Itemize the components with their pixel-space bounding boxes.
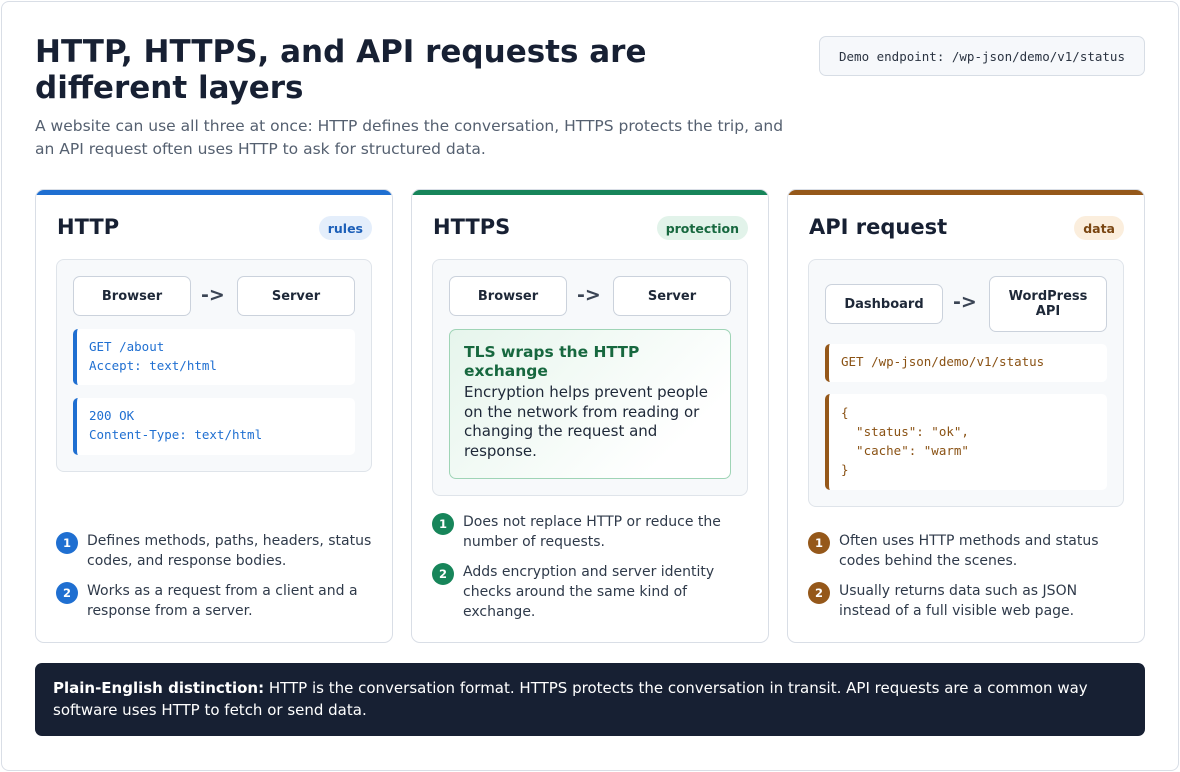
request-code: GET /wp-json/demo/v1/status xyxy=(825,344,1107,382)
server-node: WordPress API xyxy=(989,276,1107,332)
point-list: 1 Does not replace HTTP or reduce the nu… xyxy=(432,512,752,632)
response-code: 200 OK Content-Type: text/html xyxy=(73,398,355,455)
page-title: HTTP, HTTPS, and API requests are differ… xyxy=(35,34,647,106)
number-badge: 2 xyxy=(56,582,78,604)
point-text: Often uses HTTP methods and status codes… xyxy=(839,533,1099,569)
point-list: 1 Often uses HTTP methods and status cod… xyxy=(808,531,1128,631)
card-badge: data xyxy=(1074,216,1124,240)
card-accent-bar xyxy=(788,190,1144,195)
response-code: { "status": "ok", "cache": "warm" } xyxy=(825,394,1107,490)
list-item: 2 Usually returns data such as JSON inst… xyxy=(808,581,1128,621)
point-list: 1 Defines methods, paths, headers, statu… xyxy=(56,531,376,631)
list-item: 2 Works as a request from a client and a… xyxy=(56,581,376,621)
number-badge: 1 xyxy=(432,513,454,535)
summary-label: Plain-English distinction: xyxy=(53,679,265,697)
list-item: 2 Adds encryption and server identity ch… xyxy=(432,562,752,622)
tls-body: Encryption helps prevent people on the n… xyxy=(464,383,708,460)
arrow-icon: -> xyxy=(201,284,225,306)
list-item: 1 Often uses HTTP methods and status cod… xyxy=(808,531,1128,571)
summary-banner: Plain-English distinction: HTTP is the c… xyxy=(35,663,1145,736)
arrow-icon: -> xyxy=(953,291,977,313)
tls-title: TLS wraps the HTTP exchange xyxy=(464,343,640,380)
client-node: Browser xyxy=(449,276,567,316)
point-text: Defines methods, paths, headers, status … xyxy=(87,533,372,569)
card-badge: protection xyxy=(656,216,748,240)
point-text: Usually returns data such as JSON instea… xyxy=(839,583,1078,619)
point-text: Works as a request from a client and a r… xyxy=(87,583,358,619)
list-item: 1 Does not replace HTTP or reduce the nu… xyxy=(432,512,752,552)
https-card: HTTPS protection Browser -> Server TLS w… xyxy=(411,189,769,643)
point-text: Does not replace HTTP or reduce the numb… xyxy=(463,514,721,550)
flow-panel: Browser -> Server GET /about Accept: tex… xyxy=(56,259,372,472)
card-badge: rules xyxy=(318,216,372,240)
number-badge: 2 xyxy=(432,563,454,585)
server-node: Server xyxy=(237,276,355,316)
card-accent-bar xyxy=(36,190,392,195)
client-node: Browser xyxy=(73,276,191,316)
flow-panel: Browser -> Server TLS wraps the HTTP exc… xyxy=(432,259,748,496)
card-title: API request xyxy=(809,215,948,239)
number-badge: 1 xyxy=(808,532,830,554)
client-node: Dashboard xyxy=(825,284,943,324)
number-badge: 1 xyxy=(56,532,78,554)
number-badge: 2 xyxy=(808,582,830,604)
tls-callout: TLS wraps the HTTP exchange Encryption h… xyxy=(449,329,731,479)
card-title: HTTPS xyxy=(433,215,511,239)
http-card: HTTP rules Browser -> Server GET /about … xyxy=(35,189,393,643)
api-card: API request data Dashboard -> WordPress … xyxy=(787,189,1145,643)
point-text: Adds encryption and server identity chec… xyxy=(463,564,715,620)
server-node: Server xyxy=(613,276,731,316)
flow-panel: Dashboard -> WordPress API GET /wp-json/… xyxy=(808,259,1124,507)
card-title: HTTP xyxy=(57,215,120,239)
page-subtitle: A website can use all three at once: HTT… xyxy=(35,117,784,158)
endpoint-chip: Demo endpoint: /wp-json/demo/v1/status xyxy=(819,36,1145,76)
list-item: 1 Defines methods, paths, headers, statu… xyxy=(56,531,376,571)
arrow-icon: -> xyxy=(577,284,601,306)
request-code: GET /about Accept: text/html xyxy=(73,329,355,385)
card-accent-bar xyxy=(412,190,768,195)
